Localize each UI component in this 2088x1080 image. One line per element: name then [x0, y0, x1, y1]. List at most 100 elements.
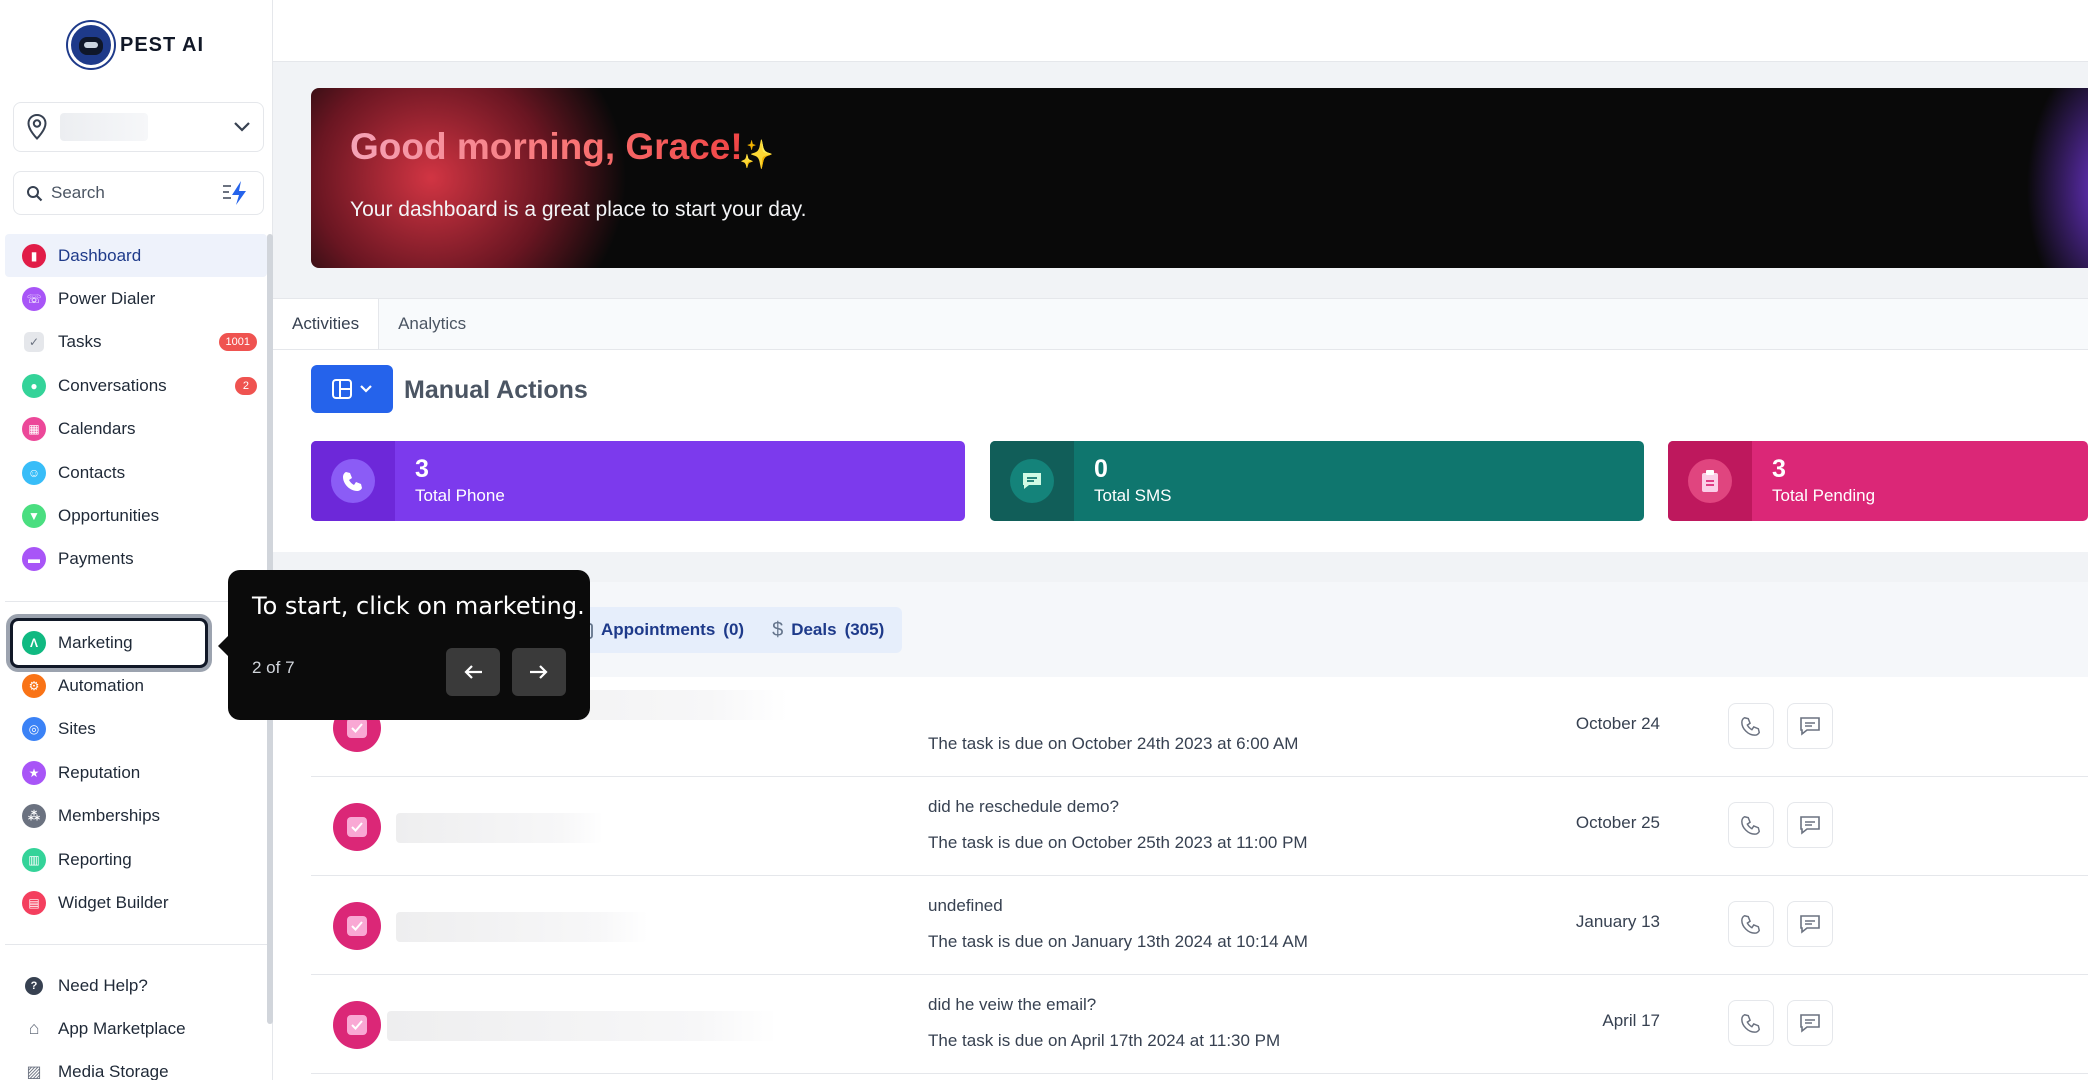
sidebar-item-label: Reputation [58, 762, 141, 782]
tooltip-next-button[interactable] [512, 648, 566, 696]
stat-total-sms[interactable]: 0 Total SMS [990, 441, 1644, 521]
brand-logo[interactable]: PEST AI [68, 20, 204, 70]
chat-bubble-icon: ● [22, 373, 46, 398]
sidebar: PEST AI Search ▮ Dashboard ☏ Power Diale… [0, 0, 273, 1080]
contact-name-redacted [396, 912, 648, 942]
location-name-redacted [60, 113, 148, 141]
message-icon [1800, 1014, 1820, 1033]
sidebar-item-reputation[interactable]: ★ Reputation [5, 751, 267, 794]
task-description: did he reschedule demo? [928, 797, 1119, 816]
manual-actions-title: Manual Actions [404, 376, 588, 404]
sidebar-item-label: Calendars [58, 419, 136, 439]
sidebar-item-contacts[interactable]: ☺ Contacts [5, 451, 267, 494]
greeting-subtitle: Your dashboard is a great place to start… [350, 198, 807, 221]
phone-call-icon [331, 459, 375, 503]
sidebar-item-reporting[interactable]: ▥ Reporting [5, 838, 267, 881]
tasks-count-badge: 1001 [218, 333, 257, 352]
conversations-count-badge: 2 [234, 376, 257, 395]
filter-appointments[interactable]: Appointments (0) [579, 620, 744, 640]
stat-total-phone[interactable]: 3 Total Phone [311, 441, 965, 521]
sidebar-item-label: Need Help? [58, 975, 148, 995]
layout-grid-icon [332, 379, 352, 399]
chevron-down-icon [360, 385, 372, 393]
sidebar-item-opportunities[interactable]: ▼ Opportunities [5, 494, 267, 537]
message-button[interactable] [1787, 901, 1833, 947]
sidebar-item-need-help[interactable]: ? Need Help? [5, 964, 267, 1007]
sidebar-item-label: Media Storage [58, 1061, 169, 1080]
stat-total-pending[interactable]: 3 Total Pending [1668, 441, 2088, 521]
sidebar-item-conversations[interactable]: ● Conversations 2 [5, 364, 267, 407]
message-button[interactable] [1787, 703, 1833, 749]
help-icon: ? [25, 976, 43, 995]
tab-analytics[interactable]: Analytics [379, 299, 485, 349]
sidebar-item-widget-builder[interactable]: ▤ Widget Builder [5, 881, 267, 924]
widget-icon: ▤ [22, 891, 46, 916]
table-row[interactable]: did he veiw the email? The task is due o… [311, 975, 2088, 1074]
brand-name: PEST AI [120, 33, 205, 56]
sidebar-item-memberships[interactable]: ⁂ Memberships [5, 795, 267, 838]
contact-name-redacted [396, 813, 603, 843]
layout-toggle-button[interactable] [311, 365, 393, 413]
task-date: October 24 [1575, 714, 1660, 733]
globe-icon: ◎ [22, 717, 46, 742]
stat-label: Total Phone [415, 486, 505, 505]
call-button[interactable] [1728, 901, 1774, 947]
tooltip-message: To start, click on marketing. [252, 592, 585, 620]
welcome-banner: Good morning, Grace! ✨ Your dashboard is… [311, 88, 2088, 268]
call-button[interactable] [1728, 1000, 1774, 1046]
calendar-icon: ▦ [22, 417, 46, 442]
location-selector[interactable] [13, 102, 264, 152]
task-complete-checkbox[interactable] [333, 902, 381, 950]
call-button[interactable] [1728, 802, 1774, 848]
sidebar-item-calendars[interactable]: ▦ Calendars [5, 408, 267, 451]
funnel-icon: ▼ [22, 504, 46, 529]
contacts-icon: ☺ [22, 460, 46, 485]
contact-name-redacted [387, 1011, 777, 1041]
sidebar-search[interactable]: Search [13, 171, 264, 215]
message-button[interactable] [1787, 1000, 1833, 1046]
tour-tooltip: To start, click on marketing. 2 of 7 [218, 570, 590, 720]
arrow-left-icon [464, 665, 482, 679]
filter-count: (0) [723, 620, 745, 639]
table-row[interactable]: did he reschedule demo? The task is due … [311, 777, 2088, 876]
stat-icon-area [311, 441, 395, 521]
sidebar-item-power-dialer[interactable]: ☏ Power Dialer [5, 277, 267, 320]
task-due-text: The task is due on October 25th 2023 at … [928, 833, 1308, 852]
message-button[interactable] [1787, 802, 1833, 848]
tooltip-previous-button[interactable] [446, 648, 500, 696]
task-complete-checkbox[interactable] [333, 803, 381, 851]
sidebar-item-label: Contacts [58, 462, 126, 482]
filter-deals[interactable]: $ Deals (305) [772, 619, 884, 642]
dashboard-icon: ▮ [22, 243, 46, 268]
stat-label: Total Pending [1772, 486, 1876, 505]
sidebar-item-sites[interactable]: ◎ Sites [5, 708, 267, 751]
message-icon [1800, 816, 1820, 835]
greeting-title: Good morning, Grace! [350, 126, 743, 167]
utility-nav: ? Need Help? ⌂ App Marketplace ▨ Media S… [5, 964, 267, 1080]
phone-icon: ☏ [22, 287, 46, 312]
sidebar-item-payments[interactable]: ▬ Payments [5, 538, 267, 581]
dashboard-tabs: Activities Analytics [273, 298, 2088, 350]
map-pin-icon [27, 114, 47, 140]
sidebar-item-app-marketplace[interactable]: ⌂ App Marketplace [5, 1007, 267, 1050]
filter-count: (305) [844, 620, 885, 639]
quick-action-bolt-icon[interactable] [221, 180, 251, 206]
check-icon [347, 817, 367, 837]
call-button[interactable] [1728, 703, 1774, 749]
sidebar-item-tasks[interactable]: ✓ Tasks 1001 [5, 321, 267, 364]
phone-icon [1741, 716, 1761, 736]
task-due-text: The task is due on April 17th 2024 at 11… [928, 1031, 1281, 1050]
task-complete-checkbox[interactable] [333, 1001, 381, 1049]
image-icon: ▨ [26, 1063, 42, 1080]
check-icon [347, 916, 367, 936]
sidebar-item-dashboard[interactable]: ▮ Dashboard [5, 234, 267, 278]
task-date: April 17 [1602, 1011, 1660, 1030]
filter-label: Appointments [601, 620, 716, 639]
table-row[interactable]: undefined The task is due on January 13t… [311, 876, 2088, 975]
stat-value: 3 [1772, 455, 1786, 483]
membership-icon: ⁂ [22, 804, 46, 829]
sidebar-item-label: Power Dialer [58, 289, 156, 309]
sidebar-item-label: Automation [58, 676, 144, 696]
sidebar-item-media-storage[interactable]: ▨ Media Storage [5, 1050, 267, 1080]
tab-activities[interactable]: Activities [273, 299, 380, 349]
